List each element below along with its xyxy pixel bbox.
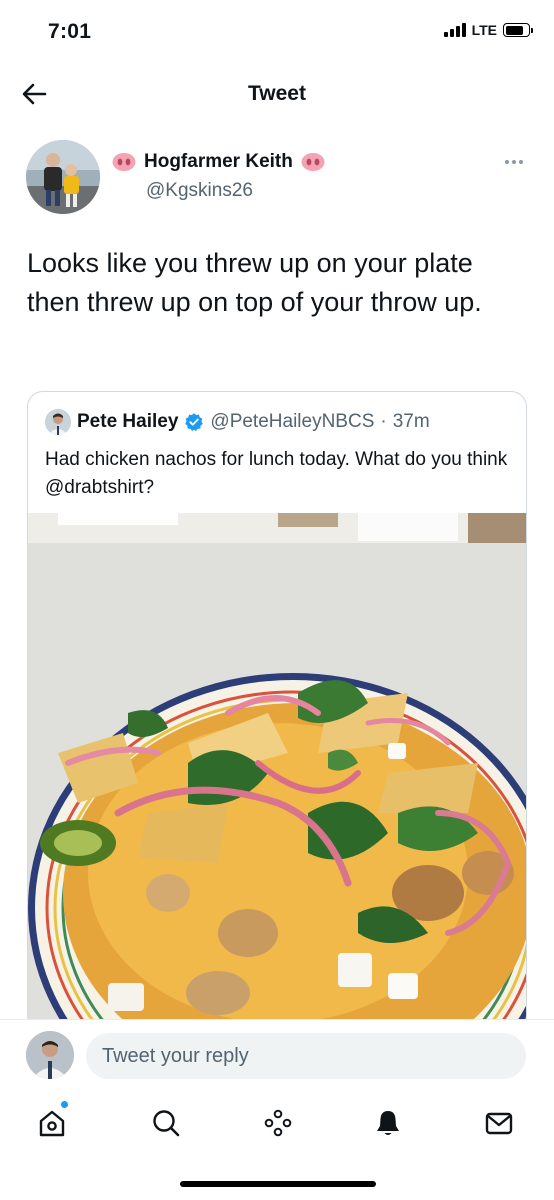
- reply-bar: [0, 1019, 554, 1089]
- envelope-icon: [485, 1112, 513, 1135]
- tab-messages[interactable]: [481, 1105, 517, 1141]
- battery-icon: [503, 23, 533, 37]
- quoted-tweet-image[interactable]: [28, 513, 527, 1031]
- reply-avatar-image: [26, 1031, 74, 1079]
- battery-level: [505, 25, 524, 35]
- avatar-image: [26, 140, 100, 214]
- reply-input[interactable]: [86, 1033, 526, 1079]
- quoted-tweet[interactable]: Pete Hailey @PeteHaileyNBCS · 37m Had ch…: [27, 391, 527, 1031]
- nav-header: Tweet: [0, 62, 554, 126]
- signal-icon: [443, 23, 466, 37]
- tweet-author: Hogfarmer Keith @Kgskins26: [26, 140, 528, 216]
- home-indicator: [180, 1181, 376, 1187]
- pig-nose-emoji-icon: [301, 153, 325, 171]
- home-icon: [39, 1110, 65, 1137]
- quoted-avatar-image: [45, 409, 71, 435]
- status-indicators: LTE: [443, 22, 533, 38]
- avatar[interactable]: [26, 140, 100, 214]
- quoted-avatar: [45, 409, 71, 435]
- bottom-tab-bar: [0, 1089, 554, 1159]
- author-name: Hogfarmer Keith: [144, 151, 293, 172]
- page-title: Tweet: [248, 82, 306, 105]
- verified-badge-icon: [185, 413, 204, 432]
- separator-dot: ·: [380, 411, 387, 432]
- quoted-author-name: Pete Hailey: [77, 411, 179, 432]
- spaces-icon: [264, 1109, 292, 1137]
- author-name-row[interactable]: Hogfarmer Keith: [112, 151, 325, 173]
- quoted-tweet-text: Had chicken nachos for lunch today. What…: [45, 449, 508, 498]
- tab-notifications[interactable]: [370, 1105, 406, 1141]
- more-options-icon[interactable]: [500, 152, 528, 172]
- tab-spaces[interactable]: [260, 1105, 296, 1141]
- tweet-text: Looks like you threw up on your plate th…: [27, 248, 482, 317]
- network-label: LTE: [471, 22, 497, 38]
- notification-dot: [61, 1101, 68, 1108]
- author-handle[interactable]: @Kgskins26: [146, 180, 253, 202]
- tab-search[interactable]: [148, 1105, 184, 1141]
- search-icon: [153, 1110, 180, 1137]
- reply-avatar[interactable]: [26, 1031, 74, 1079]
- quoted-tweet-header: Pete Hailey @PeteHaileyNBCS · 37m: [45, 409, 516, 435]
- status-bar: 7:01 LTE: [0, 0, 554, 62]
- pig-nose-emoji-icon: [112, 153, 136, 171]
- status-time: 7:01: [48, 20, 92, 43]
- tab-home[interactable]: [34, 1101, 70, 1141]
- bell-icon: [377, 1111, 399, 1135]
- quoted-timestamp: 37m: [392, 411, 430, 432]
- quoted-author-handle: @PeteHaileyNBCS: [210, 411, 375, 432]
